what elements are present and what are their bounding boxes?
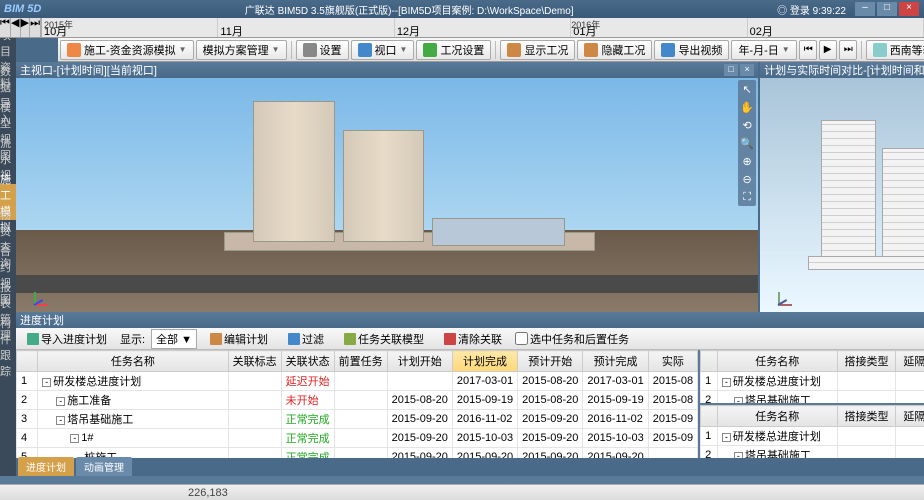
workarea-button[interactable]: 工况设置 — [416, 40, 491, 60]
date-combo[interactable]: 年-月-日▼ — [731, 40, 796, 60]
edit-icon — [210, 333, 222, 345]
show-label: 显示: — [120, 331, 145, 347]
select-subtasks-checkbox[interactable]: 选中任务和后置任务 — [515, 331, 629, 347]
orbit-tool[interactable]: ⟲ — [738, 116, 756, 134]
sidebar-item-track[interactable]: 构件跟踪 — [0, 328, 16, 364]
main-viewport-title: 主视口-[计划时间][当前视口] □× — [16, 62, 758, 78]
expander[interactable]: - — [722, 433, 731, 442]
assoc-model-button[interactable]: 任务关联模型 — [337, 328, 431, 350]
main-toolbar: 施工-资金资源模拟▼ 模拟方案管理▼ 设置 视口▼ 工况设置 显示工况 隐藏工况… — [58, 38, 924, 62]
schedule-row[interactable]: 2-施工准备未开始2015-08-202015-09-192015-08-202… — [17, 391, 698, 410]
filter-icon — [288, 333, 300, 345]
show-icon — [507, 43, 521, 57]
fit-tool[interactable]: ⛶ — [738, 188, 756, 206]
sidebar-label: 构件跟踪 — [0, 315, 16, 379]
link-row[interactable]: 2-塔吊基础施工2015-09-202016-11-02 — [701, 391, 924, 404]
export-video-button[interactable]: 导出视频 — [654, 40, 729, 60]
workspace-icon — [67, 43, 81, 57]
app-logo: BIM 5D — [4, 3, 41, 15]
compare-3d-canvas[interactable]: ↖ ✋ ⟲ 🔍 ⊕ ⊖ ⛶ — [760, 78, 924, 312]
tab-animation[interactable]: 动画管理 — [76, 457, 132, 476]
show-cond-button[interactable]: 显示工况 — [500, 40, 575, 60]
zoomin-tool[interactable]: ⊕ — [738, 152, 756, 170]
axis-combo[interactable]: 西南等轴测▼ — [866, 40, 924, 60]
workarea-icon — [423, 43, 437, 57]
vp-close-button[interactable]: × — [740, 64, 754, 76]
compare-viewport: 计划与实际时间对比-[计划时间和实际时间对比] □× ↖ ✋ ⟲ 🔍 ⊕ — [760, 62, 924, 312]
cursor-coords: 226,183 — [188, 487, 228, 499]
titlebar: BIM 5D 广联达 BIM5D 3.5旗舰版(正式版)--[BIM5D项目案例… — [0, 0, 924, 18]
user-status[interactable]: ◎ 登录 9:39:22 — [777, 2, 846, 17]
settings-button[interactable]: 设置 — [296, 40, 349, 60]
link-row[interactable]: 2-塔吊基础施工2015-09-202016-11-02 — [701, 446, 924, 459]
predecessor-table[interactable]: 任务名称搭接类型延隔时间计划开始计划完成1-研发楼总进度计划2017-03-01… — [700, 350, 924, 403]
gear-icon — [303, 43, 317, 57]
zoomout-tool[interactable]: ⊖ — [738, 170, 756, 188]
pan-tool[interactable]: ✋ — [738, 98, 756, 116]
vp-max-button[interactable]: □ — [724, 64, 738, 76]
clear-assoc-button[interactable]: 清除关联 — [437, 328, 509, 350]
timeline-last[interactable]: ⏭ — [30, 18, 41, 37]
schedule-toolbar: 导入进度计划 显示: 全部 ▼ 编辑计划 过滤 任务关联模型 清除关联 选中任务… — [16, 328, 924, 350]
link-icon — [344, 333, 356, 345]
schedule-panel-title: 进度计划 □× — [16, 312, 924, 328]
axis-gizmo-2[interactable] — [766, 276, 796, 306]
close-button[interactable]: × — [899, 2, 919, 16]
timeline-nav: ⏮ ◀ ▶ ⏭ — [0, 18, 42, 37]
expander[interactable]: - — [722, 378, 731, 387]
successor-table[interactable]: 任务名称搭接类型延隔时间计划开始计划完成1-研发楼总进度计划2017-03-01… — [700, 405, 924, 458]
play-first-button[interactable]: ⏮ — [799, 40, 817, 60]
timeline-next[interactable]: ▶ — [21, 18, 31, 37]
viewport-button[interactable]: 视口▼ — [351, 40, 415, 60]
window-title: 广联达 BIM5D 3.5旗舰版(正式版)--[BIM5D项目案例: D:\Wo… — [41, 2, 777, 17]
axis-gizmo[interactable] — [22, 276, 52, 306]
play-last-button[interactable]: ⏭ — [839, 40, 857, 60]
maximize-button[interactable]: □ — [877, 2, 897, 16]
hide-cond-button[interactable]: 隐藏工况 — [577, 40, 652, 60]
schedule-row[interactable]: 3-塔吊基础施工正常完成2015-09-202016-11-022015-09-… — [17, 410, 698, 429]
import-schedule-button[interactable]: 导入进度计划 — [20, 328, 114, 350]
statusbar: 226,183 — [0, 484, 924, 500]
timeline-prev[interactable]: ◀ — [11, 18, 21, 37]
expander[interactable]: - — [56, 416, 65, 425]
link-row[interactable]: 1-研发楼总进度计划2017-03-01 — [701, 427, 924, 446]
schedule-row[interactable]: 1-研发楼总进度计划延迟开始2017-03-012015-08-202017-0… — [17, 372, 698, 391]
workspace-combo[interactable]: 施工-资金资源模拟▼ — [60, 40, 194, 60]
timeline-first[interactable]: ⏮ — [0, 18, 11, 37]
edit-plan-button[interactable]: 编辑计划 — [203, 328, 275, 350]
select-tool[interactable]: ↖ — [738, 80, 756, 98]
minimize-button[interactable]: – — [855, 2, 875, 16]
compare-viewport-title: 计划与实际时间对比-[计划时间和实际时间对比] □× — [760, 62, 924, 78]
schedule-row[interactable]: 4-1#正常完成2015-09-202015-10-032015-09-2020… — [17, 429, 698, 448]
tab-schedule[interactable]: 进度计划 — [18, 457, 74, 476]
schedule-table[interactable]: 任务名称关联标志关联状态前置任务计划开始计划完成预计开始预计完成实际1-研发楼总… — [16, 350, 698, 458]
hide-icon — [584, 43, 598, 57]
timeline-months: 10月11月12月01月02月2015年2016年 — [42, 18, 924, 37]
unlink-icon — [444, 333, 456, 345]
footer-tabs: 进度计划 动画管理 — [16, 458, 924, 476]
show-combo[interactable]: 全部 ▼ — [151, 329, 197, 349]
expander[interactable]: - — [56, 397, 65, 406]
expander[interactable]: - — [734, 397, 743, 403]
axis-icon — [873, 43, 887, 57]
scheme-mgmt-button[interactable]: 模拟方案管理▼ — [196, 40, 287, 60]
play-button[interactable]: ▶ — [819, 40, 837, 60]
expander[interactable]: - — [70, 434, 79, 443]
link-row[interactable]: 1-研发楼总进度计划2017-03-01 — [701, 372, 924, 391]
timeline-ruler[interactable]: ⏮ ◀ ▶ ⏭ 10月11月12月01月02月2015年2016年 — [0, 18, 924, 38]
export-icon — [661, 43, 675, 57]
viewport-tools: ↖ ✋ ⟲ 🔍 ⊕ ⊖ ⛶ — [738, 80, 756, 206]
main-3d-canvas[interactable]: ↖ ✋ ⟲ 🔍 ⊕ ⊖ ⛶ — [16, 78, 758, 312]
viewport-icon — [358, 43, 372, 57]
zoom-tool[interactable]: 🔍 — [738, 134, 756, 152]
sidebar: 项目资料数据导入模型视图流水视图施工模拟物资查询合约视图报表管理构件跟踪 — [0, 38, 16, 476]
expander[interactable]: - — [42, 378, 51, 387]
filter-button[interactable]: 过滤 — [281, 328, 331, 350]
main-viewport: 主视口-[计划时间][当前视口] □× ↖ ✋ ⟲ 🔍 ⊕ ⊖ — [16, 62, 758, 312]
import-icon — [27, 333, 39, 345]
